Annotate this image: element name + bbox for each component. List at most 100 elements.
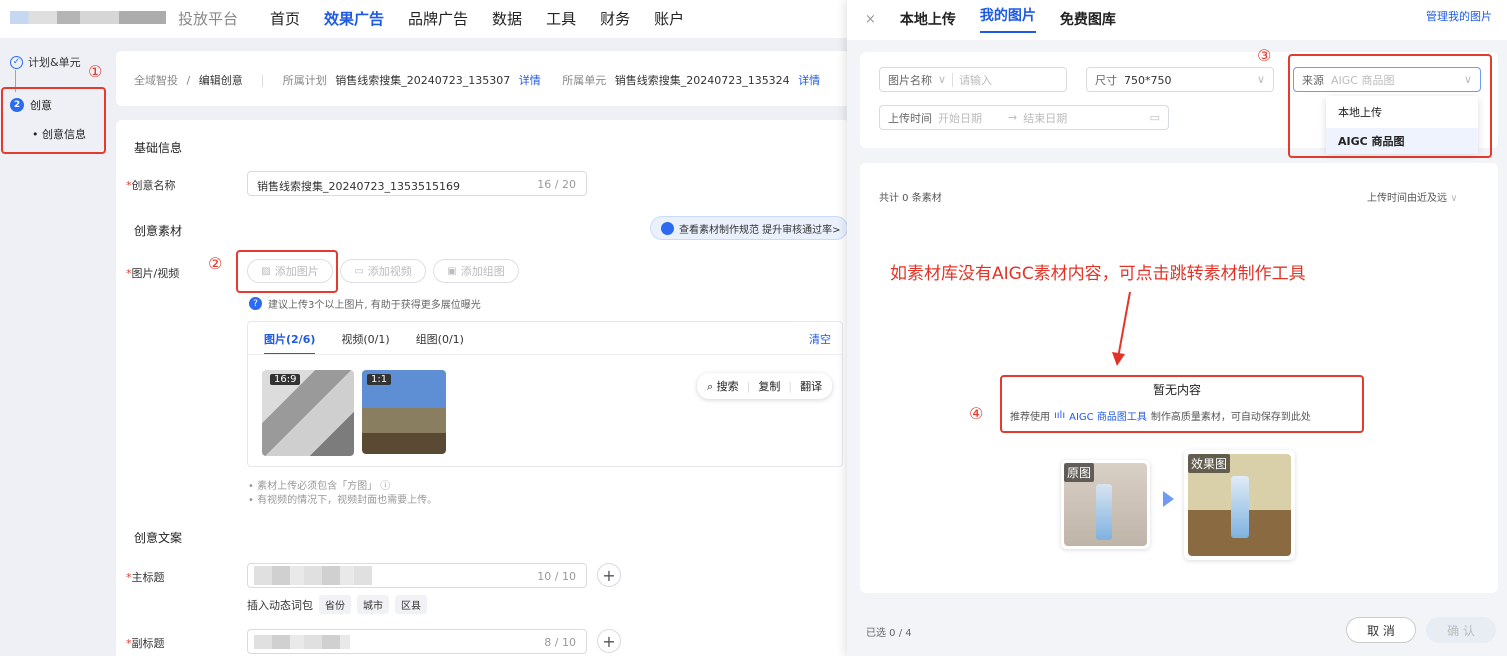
tab-images[interactable]: 图片(2/6) xyxy=(264,331,316,355)
creative-name-input[interactable]: 销售线索搜集_20240723_1353515169 16 / 20 xyxy=(247,171,587,196)
step-creative-info-label: 创意信息 xyxy=(42,128,86,141)
annotation-3: ③ xyxy=(1257,46,1272,65)
original-image-card: 原图 xyxy=(1061,460,1150,549)
plan-label: 所属计划 xyxy=(282,74,327,87)
image-toolbar: ⌕ 搜索 | 复制 | 翻译 xyxy=(697,373,833,399)
close-icon[interactable]: × xyxy=(865,12,876,27)
creative-name-label: *创意名称 xyxy=(126,179,176,192)
main-title-label: *主标题 xyxy=(126,571,165,584)
drawer-tabs: × 本地上传 我的图片 免费图库 xyxy=(865,5,1116,33)
dyn-tag-province[interactable]: 省份 xyxy=(319,595,351,614)
add-group-button[interactable]: ▣ 添加组图 xyxy=(433,259,519,283)
add-main-title-button[interactable]: + xyxy=(597,563,621,587)
original-label: 原图 xyxy=(1064,463,1095,482)
tab-local-upload[interactable]: 本地上传 xyxy=(900,9,956,29)
breadcrumb-root[interactable]: 全域智投 xyxy=(134,74,178,87)
empty-tip-pre: 推荐使用 xyxy=(1010,412,1050,423)
upload-suggestion-text: 建议上传3个以上图片, 有助于获得更多展位曝光 xyxy=(268,300,481,311)
unit-label: 所属单元 xyxy=(562,74,607,87)
empty-tip: 推荐使用 ıılı AIGC 商品图工具 制作高质量素材，可自动保存到此处 xyxy=(1010,408,1311,423)
clapper-icon xyxy=(661,221,674,235)
copy-tool[interactable]: 复制 xyxy=(758,378,780,394)
creative-name-count: 16 / 20 xyxy=(537,178,576,191)
image-thumb-1[interactable]: 16:9 xyxy=(262,370,354,456)
creative-name-value: 销售线索搜集_20240723_1353515169 xyxy=(257,180,460,193)
audio-wave-icon: ıılı xyxy=(1054,410,1066,421)
breadcrumb-sep: / xyxy=(186,74,191,87)
dyn-tag-district[interactable]: 区县 xyxy=(395,595,427,614)
dyn-tag-city[interactable]: 城市 xyxy=(357,595,389,614)
source-option-local[interactable]: 本地上传 xyxy=(1326,96,1478,128)
sub-title-input[interactable]: 8 / 10 xyxy=(247,629,587,654)
tab-groups[interactable]: 组图(0/1) xyxy=(416,331,464,355)
image-name-filter[interactable]: 图片名称 ∨ 请输入 xyxy=(879,67,1067,92)
upload-time-label: 上传时间 xyxy=(888,111,932,125)
gallery-icon: ▣ xyxy=(447,265,457,277)
section-basic-info: 基础信息 xyxy=(134,141,183,155)
step-creative[interactable]: 2 创意 xyxy=(10,97,52,113)
selected-count: 已选 0 / 4 xyxy=(866,628,912,639)
nav-item-home[interactable]: 首页 xyxy=(270,8,300,29)
manage-images-link[interactable]: 管理我的图片 xyxy=(1426,8,1492,24)
add-image-label: 添加图片 xyxy=(274,265,319,278)
nav-item-brand-ads[interactable]: 品牌广告 xyxy=(408,8,468,29)
help-icon: ? xyxy=(249,297,262,310)
plan-value: 销售线索搜集_20240723_135307 xyxy=(335,74,511,87)
logo-blurred xyxy=(10,11,166,24)
tab-free-library[interactable]: 免费图库 xyxy=(1060,9,1116,29)
range-arrow: → xyxy=(1008,111,1018,124)
step-creative-info[interactable]: • 创意信息 xyxy=(32,126,86,142)
main-title-blurred-text xyxy=(254,566,372,585)
plan-detail-link[interactable]: 详情 xyxy=(519,74,541,87)
media-label: *图片/视频 xyxy=(126,267,180,280)
add-image-button[interactable]: ▨ 添加图片 xyxy=(247,259,333,283)
unit-detail-link[interactable]: 详情 xyxy=(798,74,820,87)
sub-title-count: 8 / 10 xyxy=(544,636,576,649)
tab-my-images[interactable]: 我的图片 xyxy=(979,5,1036,33)
tab-videos[interactable]: 视频(0/1) xyxy=(341,331,389,355)
translate-tool[interactable]: 翻译 xyxy=(800,378,822,394)
video-icon: ▭ xyxy=(354,265,364,277)
end-date: 结束日期 xyxy=(1023,111,1068,125)
cancel-button[interactable]: 取 消 xyxy=(1346,617,1416,643)
empty-title: 暂无内容 xyxy=(1153,383,1202,397)
step-plan-unit-label: 计划&单元 xyxy=(28,56,81,69)
clear-link[interactable]: 清空 xyxy=(809,331,831,347)
image-name-placeholder: 请输入 xyxy=(959,73,993,87)
product-bottle-icon xyxy=(1096,484,1112,540)
nav-item-performance-ads[interactable]: 效果广告 xyxy=(324,8,384,29)
check-icon: ✓ xyxy=(10,55,23,69)
source-option-aigc[interactable]: AIGC 商品图 xyxy=(1326,128,1478,154)
size-filter[interactable]: 尺寸 750*750 ∨ xyxy=(1086,67,1274,92)
sort-select[interactable]: 上传时间由近及远 ∨ xyxy=(1367,189,1458,204)
upload-suggestion: ? 建议上传3个以上图片, 有助于获得更多展位曝光 xyxy=(249,296,481,311)
aigc-tool-link[interactable]: AIGC 商品图工具 xyxy=(1069,408,1147,423)
material-spec-text: 查看素材制作规范 提升审核通过率> xyxy=(679,224,841,236)
size-filter-value: 750*750 xyxy=(1124,73,1172,87)
nav-item-account[interactable]: 账户 xyxy=(654,8,684,29)
nav-item-tools[interactable]: 工具 xyxy=(546,8,576,29)
confirm-button[interactable]: 确 认 xyxy=(1426,617,1496,643)
main-nav: 首页 效果广告 品牌广告 数据 工具 财务 账户 xyxy=(270,8,684,29)
source-filter[interactable]: 来源 AIGC 商品图 ∨ xyxy=(1293,67,1481,92)
source-filter-value: AIGC 商品图 xyxy=(1331,73,1395,87)
search-tool[interactable]: ⌕ 搜索 xyxy=(707,378,739,394)
nav-item-data[interactable]: 数据 xyxy=(492,8,522,29)
step-creative-label: 创意 xyxy=(30,99,52,112)
image-thumb-2[interactable]: 1:1 xyxy=(362,370,446,454)
start-date: 开始日期 xyxy=(938,111,982,125)
annotation-4: ④ xyxy=(969,404,984,423)
chevron-down-icon: ∨ xyxy=(1463,73,1472,86)
upload-time-filter[interactable]: 上传时间 开始日期 → 结束日期 ▭ xyxy=(879,105,1169,130)
nav-item-finance[interactable]: 财务 xyxy=(600,8,630,29)
tabs-divider xyxy=(248,354,842,355)
add-video-button[interactable]: ▭ 添加视频 xyxy=(340,259,426,283)
result-label: 效果图 xyxy=(1188,454,1231,473)
unit-value: 销售线索搜集_20240723_135324 xyxy=(614,74,790,87)
main-title-input[interactable]: 10 / 10 xyxy=(247,563,587,588)
add-sub-title-button[interactable]: + xyxy=(597,629,621,653)
annotation-arrow-icon xyxy=(1112,291,1131,366)
step-plan-unit[interactable]: ✓ 计划&单元 xyxy=(10,54,81,70)
source-dropdown: 本地上传 AIGC 商品图 xyxy=(1326,96,1478,154)
material-spec-banner[interactable]: 查看素材制作规范 提升审核通过率> xyxy=(650,216,848,240)
